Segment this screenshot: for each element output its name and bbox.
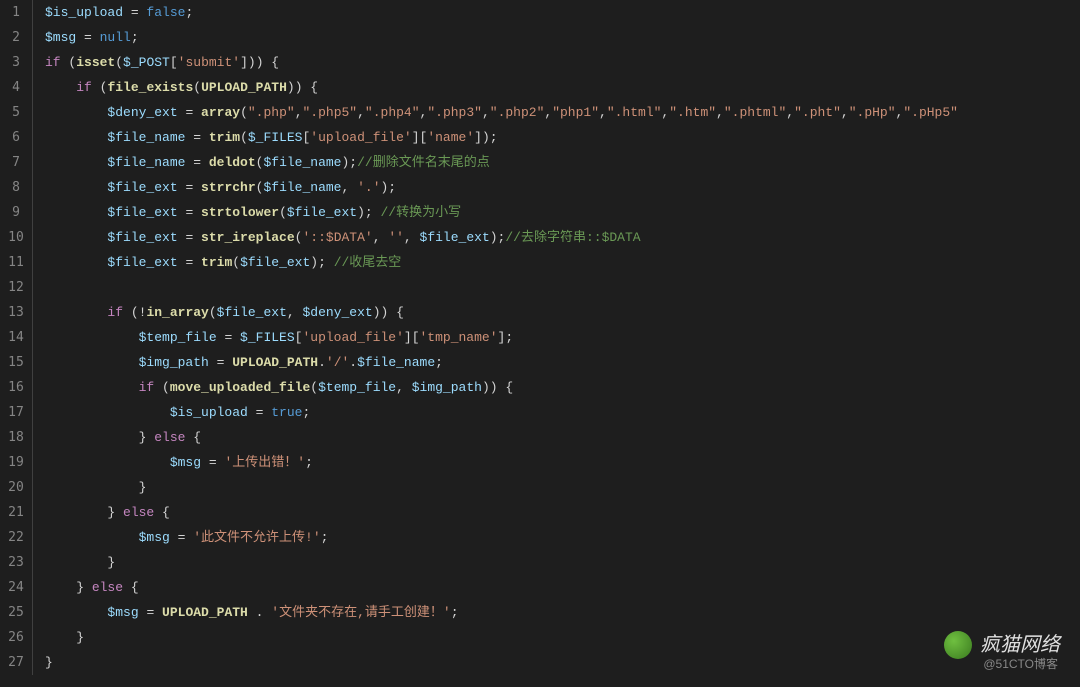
code-line: if (file_exists(UPLOAD_PATH)) {: [45, 75, 958, 100]
code-line: $is_upload = false;: [45, 0, 958, 25]
code-line: } else {: [45, 500, 958, 525]
code-area: $is_upload = false;$msg = null;if (isset…: [33, 0, 958, 675]
code-line: $file_name = deldot($file_name);//删除文件名末…: [45, 150, 958, 175]
line-number: 17: [0, 400, 32, 425]
sub-watermark: @51CTO博客: [983, 652, 1058, 677]
code-line: $deny_ext = array(".php",".php5",".php4"…: [45, 100, 958, 125]
line-number: 13: [0, 300, 32, 325]
line-number: 26: [0, 625, 32, 650]
code-line: $is_upload = true;: [45, 400, 958, 425]
line-number: 8: [0, 175, 32, 200]
line-number: 20: [0, 475, 32, 500]
line-number: 27: [0, 650, 32, 675]
line-number: 9: [0, 200, 32, 225]
code-line: $file_ext = strtolower($file_ext); //转换为…: [45, 200, 958, 225]
code-line: $file_ext = strrchr($file_name, '.');: [45, 175, 958, 200]
line-number: 18: [0, 425, 32, 450]
code-line: }: [45, 625, 958, 650]
line-number: 14: [0, 325, 32, 350]
code-editor: 1234567891011121314151617181920212223242…: [0, 0, 1080, 675]
code-line: if (isset($_POST['submit'])) {: [45, 50, 958, 75]
code-line: $msg = UPLOAD_PATH . '文件夹不存在,请手工创建！';: [45, 600, 958, 625]
code-line: }: [45, 650, 958, 675]
code-line: } else {: [45, 575, 958, 600]
line-number: 7: [0, 150, 32, 175]
code-line: $msg = '此文件不允许上传!';: [45, 525, 958, 550]
line-number: 4: [0, 75, 32, 100]
code-line: $msg = '上传出错！';: [45, 450, 958, 475]
line-number: 1: [0, 0, 32, 25]
line-number: 22: [0, 525, 32, 550]
line-number: 6: [0, 125, 32, 150]
line-number: 21: [0, 500, 32, 525]
line-number: 16: [0, 375, 32, 400]
line-number-gutter: 1234567891011121314151617181920212223242…: [0, 0, 32, 675]
line-number: 2: [0, 25, 32, 50]
code-line: }: [45, 550, 958, 575]
code-line: $img_path = UPLOAD_PATH.'/'.$file_name;: [45, 350, 958, 375]
code-line: $file_name = trim($_FILES['upload_file']…: [45, 125, 958, 150]
line-number: 24: [0, 575, 32, 600]
code-line: $temp_file = $_FILES['upload_file']['tmp…: [45, 325, 958, 350]
line-number: 10: [0, 225, 32, 250]
code-line: $file_ext = str_ireplace('::$DATA', '', …: [45, 225, 958, 250]
line-number: 12: [0, 275, 32, 300]
code-line: $file_ext = trim($file_ext); //收尾去空: [45, 250, 958, 275]
code-line: $msg = null;: [45, 25, 958, 50]
line-number: 23: [0, 550, 32, 575]
line-number: 19: [0, 450, 32, 475]
code-line: if (move_uploaded_file($temp_file, $img_…: [45, 375, 958, 400]
wechat-icon: [944, 631, 972, 659]
code-line: if (!in_array($file_ext, $deny_ext)) {: [45, 300, 958, 325]
line-number: 5: [0, 100, 32, 125]
code-line: }: [45, 475, 958, 500]
line-number: 25: [0, 600, 32, 625]
line-number: 11: [0, 250, 32, 275]
line-number: 3: [0, 50, 32, 75]
code-line: [45, 275, 958, 300]
line-number: 15: [0, 350, 32, 375]
code-line: } else {: [45, 425, 958, 450]
